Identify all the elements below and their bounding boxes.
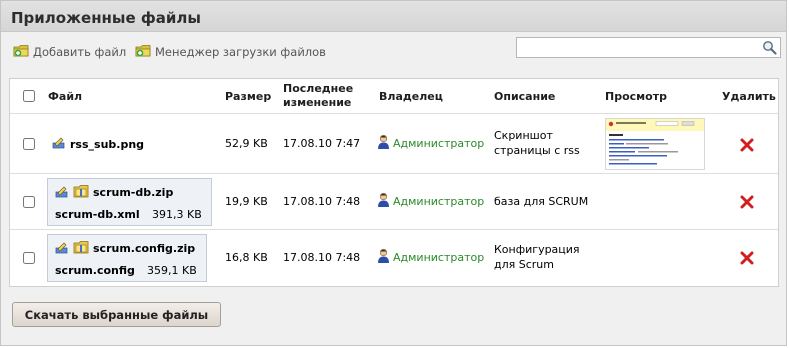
inner-file-name: scrum-db.xml [55,208,140,221]
file-modified: 17.08.10 7:47 [283,137,361,150]
panel-title: Приложенные файлы [11,9,201,27]
owner-link[interactable]: Администратор [377,134,484,153]
select-all-checkbox[interactable] [23,90,35,102]
file-link[interactable]: rss_sub.png [52,136,144,152]
archive-link[interactable]: scrum.config.zip [55,240,195,257]
zip-folder-icon [73,240,89,257]
file-size: 16,8 KB [225,251,268,264]
user-icon [377,134,390,153]
column-header-modified-line1: Последнее [283,82,354,95]
download-selected-button[interactable]: Скачать выбранные файлы [12,302,221,327]
file-modified: 17.08.10 7:48 [283,195,361,208]
column-header-preview: Просмотр [605,90,667,103]
description-line2: страницы с rss [494,144,580,157]
pencil-edit-icon [55,185,69,201]
add-file-link[interactable]: Добавить файл [13,43,126,61]
archive-name: scrum-db.zip [93,186,174,199]
files-table: Файл Размер Последнее изменение Владелец… [9,78,779,287]
folder-plus-icon [135,43,152,61]
file-size: 19,9 KB [225,195,268,208]
attached-files-panel: Приложенные файлы Добавить файл Менеджер… [0,0,787,346]
upload-manager-label: Менеджер загрузки файлов [155,45,326,59]
column-header-description: Описание [494,90,556,103]
row-checkbox[interactable] [23,252,35,264]
archive-box: scrum.config.zip scrum.config 359,1 KB [47,234,207,282]
file-size: 52,9 KB [225,137,268,150]
file-modified: 17.08.10 7:48 [283,251,361,264]
inner-file-size: 359,1 KB [147,264,197,277]
description-line2: для Scrum [494,258,554,271]
description-line1: Скриншот [494,129,553,142]
preview-thumbnail[interactable] [605,118,705,170]
add-file-label: Добавить файл [33,45,127,59]
description-line1: Конфигурация [494,243,580,256]
pencil-edit-icon [52,136,66,152]
owner-name: Администратор [393,251,485,264]
inner-file-name: scrum.config [55,264,135,277]
column-header-owner: Владелец [379,90,443,103]
panel-header: Приложенные файлы [1,1,786,32]
owner-name: Администратор [393,195,485,208]
archive-box: scrum-db.zip scrum-db.xml 391,3 KB [47,178,212,226]
archive-link[interactable]: scrum-db.zip [55,184,173,201]
row-checkbox[interactable] [23,138,35,150]
folder-plus-icon [13,43,30,61]
inner-file-size: 391,3 KB [152,208,202,221]
table-row: scrum.config.zip scrum.config 359,1 KB 1… [10,230,778,286]
column-header-file: Файл [48,90,83,103]
user-icon [377,192,390,211]
upload-manager-link[interactable]: Менеджер загрузки файлов [135,43,326,61]
user-icon [377,248,390,267]
search-input[interactable] [517,38,757,57]
file-name: rss_sub.png [70,137,145,151]
column-header-size: Размер [225,90,272,103]
delete-icon[interactable] [739,137,755,153]
search-box [516,37,781,58]
owner-name: Администратор [393,137,485,150]
description-line1: база для SCRUM [494,195,589,208]
magnifier-icon[interactable] [762,40,777,55]
column-header-delete: Удалить [722,90,776,103]
zip-folder-icon [73,184,89,201]
row-checkbox[interactable] [23,196,35,208]
owner-link[interactable]: Администратор [377,192,484,211]
delete-icon[interactable] [739,250,755,266]
pencil-edit-icon [55,241,69,257]
archive-name: scrum.config.zip [93,242,196,255]
column-header-modified-line2: изменение [283,96,352,109]
delete-icon[interactable] [739,194,755,210]
owner-link[interactable]: Администратор [377,248,484,267]
table-row: rss_sub.png 52,9 KB 17.08.10 7:47 Админи… [10,114,778,174]
table-row: scrum-db.zip scrum-db.xml 391,3 KB 19,9 … [10,174,778,230]
table-header-row: Файл Размер Последнее изменение Владелец… [10,79,778,114]
